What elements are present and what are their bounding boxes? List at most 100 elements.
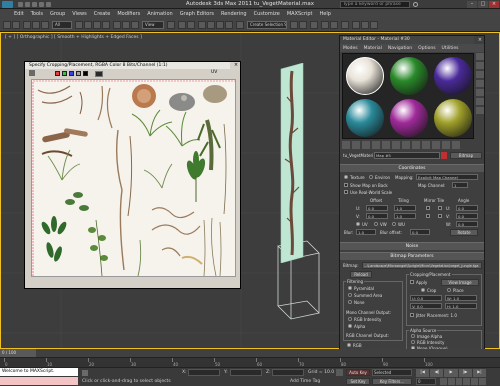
named-selection-dropdown[interactable]: Create Selection Se <box>247 21 287 29</box>
material-menu-navigation[interactable]: Navigation <box>388 46 412 51</box>
sample-slot[interactable] <box>346 57 384 95</box>
wu-radio[interactable] <box>392 222 396 226</box>
select-by-name-icon[interactable] <box>84 21 92 29</box>
render-production-icon[interactable] <box>370 21 378 29</box>
current-frame-field[interactable]: 0 <box>416 378 436 385</box>
blur-field[interactable]: 1.0 <box>356 229 376 235</box>
menu-item-animation[interactable]: Animation <box>147 11 173 17</box>
map-channel-field[interactable]: 1 <box>452 182 468 188</box>
texture-radio[interactable] <box>344 175 348 179</box>
go-to-parent-icon[interactable] <box>442 141 450 149</box>
align-icon[interactable] <box>299 21 307 29</box>
rgb-output-radio[interactable] <box>347 343 351 347</box>
move-icon[interactable] <box>113 21 121 29</box>
minimize-icon[interactable]: – <box>467 1 477 8</box>
put-to-scene-icon[interactable] <box>352 141 360 149</box>
place-radio[interactable] <box>447 288 451 292</box>
u-tiling-field[interactable]: 1.0 <box>394 205 416 211</box>
jitter-checkbox[interactable] <box>410 313 414 317</box>
menu-item-help[interactable]: Help <box>320 11 331 17</box>
search-input[interactable]: Type a keyword or phrase <box>340 1 410 8</box>
crop-u-field[interactable]: U: 0.0 <box>410 295 442 301</box>
show-map-in-viewport-icon[interactable] <box>422 141 430 149</box>
maxscript-mini-input[interactable] <box>0 377 78 385</box>
region-select-icon[interactable] <box>93 21 101 29</box>
menu-item-create[interactable]: Create <box>94 11 111 17</box>
pyramidal-radio[interactable] <box>348 286 352 290</box>
v-offset-field[interactable]: 0.0 <box>366 213 388 219</box>
view-image-button[interactable]: View Image <box>441 279 479 286</box>
sample-slot[interactable] <box>434 99 472 137</box>
summed-area-radio[interactable] <box>348 293 352 297</box>
selection-lock-icon[interactable] <box>82 370 88 376</box>
reset-map-icon[interactable] <box>372 141 380 149</box>
redo-icon[interactable] <box>12 21 20 29</box>
select-manipulate-icon[interactable] <box>178 21 186 29</box>
layer-manager-icon[interactable] <box>310 21 318 29</box>
video-color-check-icon[interactable] <box>476 89 484 96</box>
field-of-view-icon[interactable] <box>463 378 471 385</box>
key-mode-dropdown[interactable]: Selected <box>372 369 412 376</box>
unlink-icon[interactable] <box>32 21 40 29</box>
rotate-icon[interactable] <box>122 21 130 29</box>
redo-icon[interactable] <box>46 2 51 7</box>
zoom-icon[interactable] <box>440 378 447 385</box>
sample-swatch[interactable] <box>95 71 103 77</box>
copy-material-icon[interactable] <box>382 141 390 149</box>
window-crossing-icon[interactable] <box>102 21 110 29</box>
material-menu-options[interactable]: Options <box>418 46 435 51</box>
blur-offset-field[interactable]: 0.0 <box>410 229 430 235</box>
material-editor-icon[interactable] <box>341 21 349 29</box>
play-icon[interactable]: ▶ <box>444 369 458 377</box>
mapping-dropdown[interactable]: Explicit Map Channel <box>416 174 478 180</box>
options-icon[interactable] <box>476 107 484 114</box>
app-icon[interactable] <box>2 1 13 8</box>
mono-rgb-intensity-radio[interactable] <box>348 317 352 321</box>
zoom-extents-icon[interactable] <box>455 378 463 385</box>
scale-icon[interactable] <box>131 21 139 29</box>
time-slider-track[interactable] <box>0 349 500 357</box>
spinner-snap-icon[interactable] <box>225 21 233 29</box>
v-mirror-checkbox[interactable] <box>426 214 430 218</box>
noise-rollout[interactable]: Noise <box>340 242 484 250</box>
show-map-on-back-checkbox[interactable] <box>344 183 348 187</box>
blue-channel-toggle[interactable] <box>69 71 74 76</box>
v-tile-checkbox[interactable] <box>438 214 442 218</box>
menu-item-maxscript[interactable]: MAXScript <box>287 11 313 17</box>
close-icon[interactable]: × <box>232 62 240 68</box>
put-to-library-icon[interactable] <box>402 141 410 149</box>
menu-item-modifiers[interactable]: Modifiers <box>117 11 140 17</box>
save-icon[interactable] <box>32 2 37 7</box>
time-slider[interactable]: 0 / 100 <box>0 349 36 357</box>
u-mirror-checkbox[interactable] <box>426 206 430 210</box>
vegetation-plane[interactable] <box>277 63 307 263</box>
set-key-icon[interactable] <box>336 369 343 376</box>
menu-item-customize[interactable]: Customize <box>254 11 280 17</box>
real-world-checkbox[interactable] <box>344 190 348 194</box>
image-alpha-radio[interactable] <box>411 334 415 338</box>
menu-item-graph-editors[interactable]: Graph Editors <box>180 11 214 17</box>
alpha-channel-toggle[interactable] <box>83 71 88 76</box>
red-channel-toggle[interactable] <box>55 71 60 76</box>
mirror-icon[interactable] <box>290 21 298 29</box>
apply-checkbox[interactable] <box>410 280 414 284</box>
w-angle-field[interactable]: 0.0 <box>456 221 478 227</box>
close-icon[interactable]: × <box>489 1 499 8</box>
crop-v-field[interactable]: V: 0.0 <box>410 303 442 309</box>
reference-coord-dropdown[interactable]: View <box>142 21 164 29</box>
texture-atlas-image[interactable] <box>31 79 236 277</box>
snaps-icon[interactable] <box>198 21 206 29</box>
environ-radio[interactable] <box>369 175 373 179</box>
zoom-all-icon[interactable] <box>447 378 455 385</box>
bitmap-path-button[interactable]: ...\Landscape\Microangel\Sprigle\Micro\V… <box>362 262 482 269</box>
go-to-start-icon[interactable]: |◀ <box>416 369 430 377</box>
crop-w-field[interactable]: W: 1.0 <box>445 295 477 301</box>
filter-none-radio[interactable] <box>348 300 352 304</box>
bitmap-parameters-rollout[interactable]: Bitmap Parameters <box>340 252 484 260</box>
uv-radio[interactable] <box>356 222 360 226</box>
x-coordinate-field[interactable] <box>188 369 220 376</box>
maximize-icon[interactable]: □ <box>478 1 488 8</box>
material-menu-material[interactable]: Material <box>364 46 382 51</box>
link-icon[interactable] <box>23 21 31 29</box>
map-name-field[interactable]: Map #5 <box>374 152 440 159</box>
